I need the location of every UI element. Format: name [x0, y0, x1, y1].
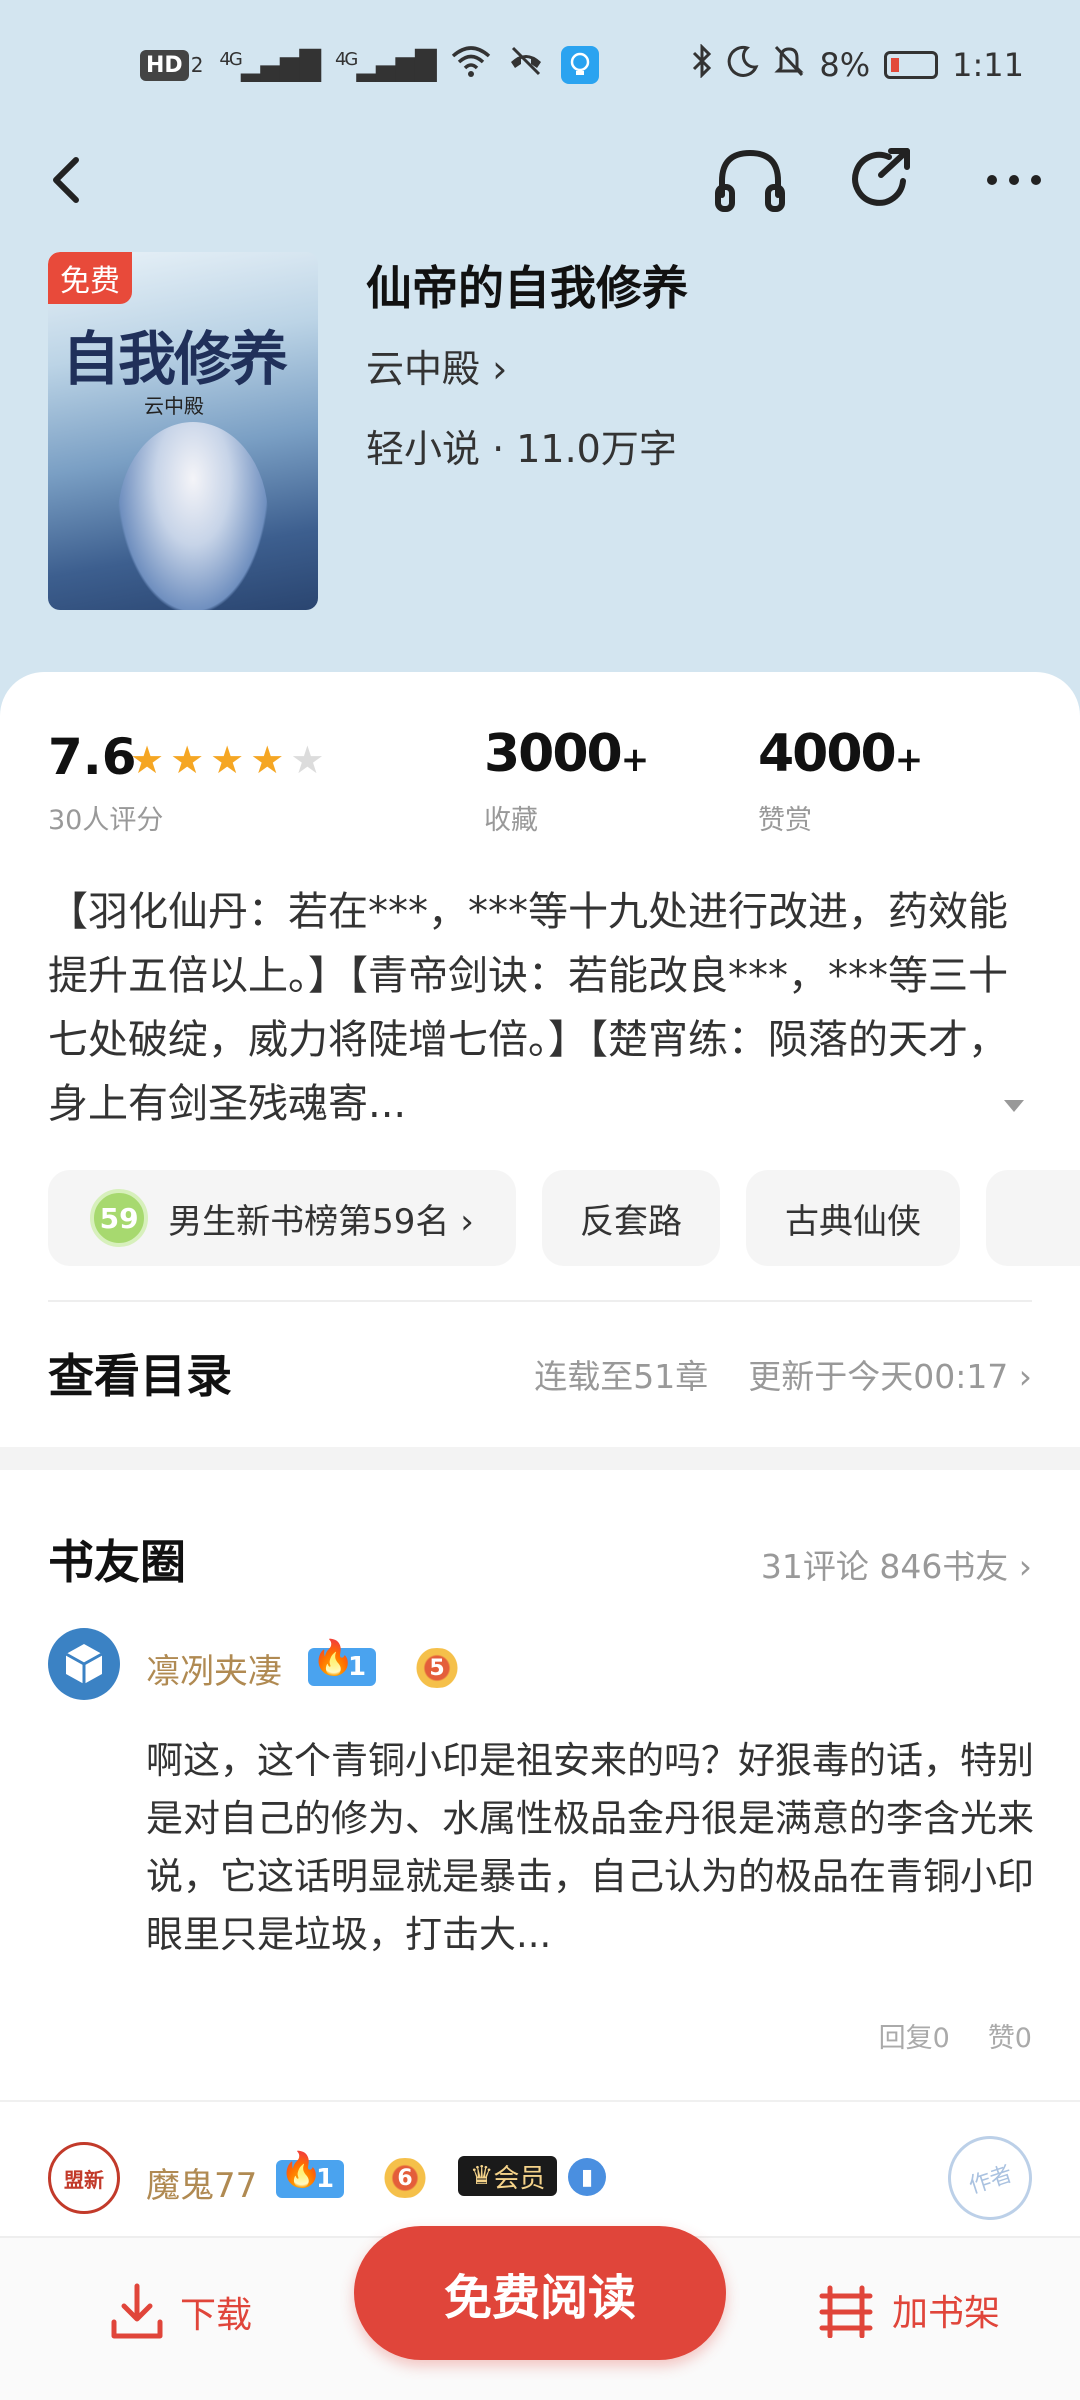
signal-label: 4G [219, 48, 242, 70]
star-empty-icon: ★ [290, 738, 325, 782]
star-icon: ★ [130, 738, 165, 782]
vip-label: 会员 [493, 2163, 546, 2194]
signal-icon: 4G▂▄▆█ [219, 48, 321, 82]
favorites-label: 收藏 [484, 805, 538, 836]
signal-icon-2: 4G▂▄▆█ [334, 48, 437, 82]
avatar[interactable]: 盟新 [48, 2142, 120, 2214]
star-icon: ★ [250, 738, 285, 782]
star-icon: ★ [210, 738, 245, 782]
add-to-shelf-button[interactable]: 加书架 [816, 2282, 1000, 2338]
call-mute-icon [507, 44, 545, 86]
tag-anti-cliche[interactable]: 反套路 [542, 1170, 720, 1266]
toc-info[interactable]: 连载至51章 更新于今天00:17 › [534, 1350, 1032, 1398]
fan-level-badge: 🔥 1 [276, 2150, 345, 2198]
flame-icon: 🔥 [312, 1638, 355, 1678]
signal-label-2: 4G [334, 48, 358, 70]
book-meta: 轻小说 · 11.0万字 [366, 427, 677, 471]
battery-icon [884, 51, 939, 79]
rewards-label: 赞赏 [758, 805, 812, 836]
book-badge-icon: ▮ [568, 2158, 606, 2196]
cover-art [118, 422, 268, 610]
bulb-icon [560, 46, 599, 84]
tag-classic-xianxia[interactable]: 古典仙侠 [746, 1170, 960, 1266]
download-button[interactable]: 下载 [110, 2282, 252, 2342]
cube-icon [65, 1644, 103, 1684]
bluetooth-icon [691, 43, 713, 86]
avatar[interactable] [48, 1628, 120, 1700]
book-author-link[interactable]: 云中殿 › [366, 338, 507, 393]
favorites-count: 3000+ [484, 724, 649, 784]
listen-button[interactable] [712, 142, 788, 218]
toc-title[interactable]: 查看目录 [48, 1340, 232, 1406]
cover-author: 云中殿 [144, 394, 204, 418]
expand-intro-icon[interactable] [1004, 1100, 1024, 1112]
fan-level-badge: 🔥 1 [308, 1638, 377, 1686]
wifi-icon [451, 44, 491, 86]
toc-updated: 更新于今天00:17 › [748, 1357, 1032, 1396]
rank-badge: 59 [90, 1189, 149, 1247]
hd-badge: HD [140, 49, 189, 81]
rewards-plus: + [894, 740, 923, 780]
more-dots-icon [987, 175, 1041, 185]
hd-sub: 2 [190, 53, 204, 77]
username[interactable]: 凛冽夹凄 [146, 1644, 282, 1693]
comment-meta: 回复0 赞0 [879, 2016, 1032, 2055]
moon-icon [727, 45, 759, 85]
comment-text[interactable]: 啊这，这个青铜小印是祖安来的吗？好狠毒的话，特别是对自己的修为、水属性极品金丹很… [146, 1732, 1036, 1964]
cover-title: 自我修养 [62, 325, 288, 393]
back-arrow-icon [53, 157, 79, 203]
rating-count: 30人评分 [48, 805, 164, 836]
add-shelf-label: 加书架 [892, 2293, 1001, 2334]
rank-tag[interactable]: 59 男生新书榜第59名 › [48, 1170, 516, 1266]
rank-tag-label: 男生新书榜第59名 › [168, 1201, 474, 1242]
share-icon [852, 148, 910, 206]
star-icon: ★ [170, 738, 205, 782]
book-intro[interactable]: 【羽化仙丹：若在***，***等十九处进行改进，药效能提升五倍以上。】【青帝剑诀… [48, 880, 1038, 1136]
free-read-button[interactable]: 免费阅读 [354, 2226, 726, 2360]
reply-button[interactable]: 回复0 [879, 2016, 950, 2055]
clock: 1:11 [952, 46, 1024, 84]
download-label: 下载 [180, 2295, 253, 2336]
like-button[interactable]: 赞0 [988, 2016, 1032, 2055]
tag-more[interactable] [986, 1170, 1080, 1266]
share-button[interactable] [844, 142, 920, 218]
circle-title: 书友圈 [48, 1535, 186, 1589]
back-button[interactable] [44, 150, 94, 210]
vip-badge: ♛ 会员 [458, 2156, 558, 2196]
battery-percent: 8% [819, 46, 871, 84]
book-title: 仙帝的自我修养 [366, 261, 688, 315]
favorites-value: 3000 [484, 724, 623, 784]
rewards-count: 4000+ [758, 724, 923, 784]
flame-icon: 🔥 [280, 2150, 323, 2190]
divider [0, 2100, 1080, 2102]
rating-stars: ★ ★ ★ ★ ★ [130, 738, 324, 782]
circle-info-link[interactable]: 31评论 846书友 › [761, 1540, 1032, 1588]
bell-off-icon [773, 44, 805, 86]
status-right: 8% 1:11 [691, 43, 1024, 86]
book-cover[interactable]: 自我修养 云中殿 免费 [48, 252, 318, 610]
divider [48, 1300, 1032, 1302]
download-icon [111, 2283, 163, 2339]
crown-icon: ♛ [470, 2161, 494, 2191]
crown-level-badge: 5 [410, 1648, 464, 1688]
username[interactable]: 魔鬼77 [146, 2158, 257, 2207]
status-left: HD 2 4G▂▄▆█ 4G▂▄▆█ [140, 44, 599, 86]
status-bar: HD 2 4G▂▄▆█ 4G▂▄▆█ 8% 1:11 [0, 0, 1080, 130]
bookshelf-icon [819, 2285, 873, 2338]
crown-level-badge: 6 [378, 2158, 432, 2198]
more-button[interactable] [976, 142, 1052, 218]
favorites-plus: + [620, 740, 649, 780]
toc-chapters: 连载至51章 [534, 1357, 709, 1396]
headphones-icon [715, 149, 785, 212]
rewards-value: 4000 [758, 724, 897, 784]
rating-score: 7.6 [48, 728, 137, 786]
free-badge: 免费 [48, 252, 132, 304]
